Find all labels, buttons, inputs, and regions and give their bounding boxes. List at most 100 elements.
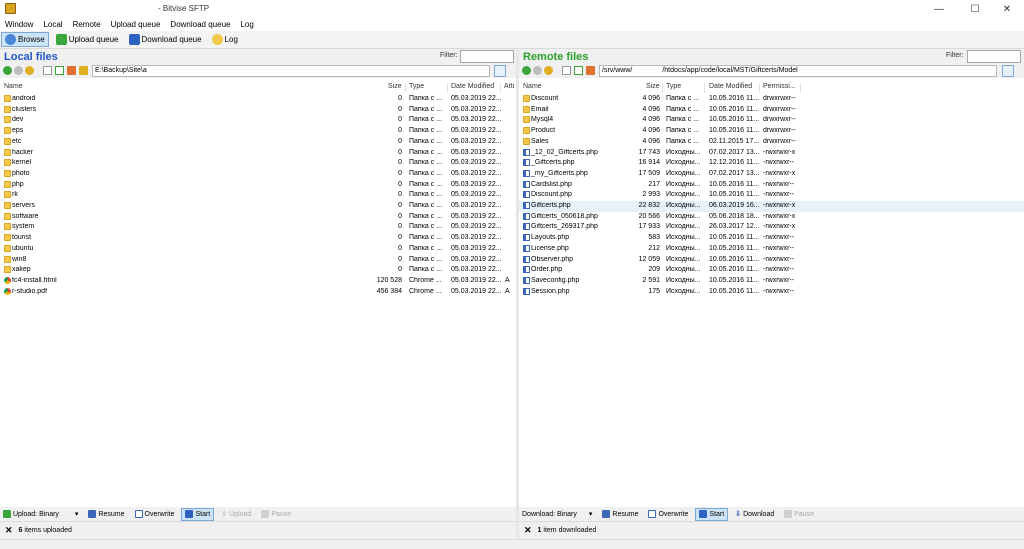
menu-download-queue[interactable]: Download queue (170, 20, 230, 29)
col-type[interactable]: Type (666, 83, 681, 90)
file-row[interactable]: win8 0 Папка с ... 05.03.2019 22... (0, 255, 516, 266)
upload-mode-dropdown[interactable]: Upload: Binary ▾ (0, 508, 81, 521)
col-name[interactable]: Name (523, 83, 542, 90)
file-row[interactable]: hacker 0 Папка с ... 05.03.2019 22... (0, 148, 516, 159)
resume-button[interactable]: Resume (599, 508, 641, 521)
file-row[interactable]: software 0 Папка с ... 05.03.2019 22... (0, 212, 516, 223)
new-folder-icon[interactable] (43, 66, 52, 75)
file-row[interactable]: servers 0 Папка с ... 05.03.2019 22... (0, 201, 516, 212)
clear-status-icon[interactable]: ✕ (524, 525, 532, 536)
file-row[interactable]: Sales 4 096 Папка с ... 02.11.2015 17... drw… (519, 137, 1024, 148)
menu-local[interactable]: Local (43, 20, 62, 29)
file-row[interactable]: License.php 212 Исходны... 10.05.2016 11...… (519, 244, 1024, 255)
file-row[interactable]: xakep 0 Папка с ... 05.03.2019 22... (0, 265, 516, 276)
col-size[interactable]: Size (646, 83, 660, 90)
file-row[interactable]: eps 0 Папка с ... 05.03.2019 22... (0, 126, 516, 137)
forward-icon[interactable] (14, 66, 23, 75)
menu-log[interactable]: Log (240, 20, 253, 29)
bitvise-app-icon[interactable] (5, 3, 16, 14)
col-size[interactable]: Size (388, 83, 402, 90)
col-attr[interactable]: Attr (504, 83, 514, 90)
pause-button[interactable]: Pause (258, 508, 294, 521)
file-row[interactable]: photo 0 Папка с ... 05.03.2019 22... (0, 169, 516, 180)
download-mode-dropdown[interactable]: Download: Binary ▾ (519, 508, 595, 521)
file-row[interactable]: fc4-install.html 120 528 Chrome ... 05.03.2… (0, 276, 516, 287)
upload-queue-button[interactable]: Upload queue (53, 32, 122, 47)
back-icon[interactable] (522, 66, 531, 75)
forward-icon[interactable] (533, 66, 542, 75)
remote-path-field[interactable]: /srv/www/ /htdocs/app/code/local/MST/Gift… (599, 65, 997, 77)
file-row[interactable]: Layouts.php 583 Исходны... 10.05.2016 11...… (519, 233, 1024, 244)
menu-upload-queue[interactable]: Upload queue (111, 20, 161, 29)
overwrite-button[interactable]: Overwrite (645, 508, 691, 521)
remote-view-mode-button[interactable] (1002, 65, 1014, 77)
home-icon[interactable] (586, 66, 595, 75)
log-button[interactable]: Log (209, 32, 241, 47)
col-permissions[interactable]: Permissi... (763, 83, 796, 90)
new-folder-icon[interactable] (562, 66, 571, 75)
local-filter-input[interactable] (460, 50, 514, 63)
start-label: Start (709, 510, 725, 518)
menu-remote[interactable]: Remote (73, 20, 101, 29)
start-upload-button[interactable]: Start (181, 507, 215, 521)
browse-button[interactable]: Browse (1, 32, 49, 47)
refresh-icon[interactable] (574, 66, 583, 75)
file-row[interactable]: Cardslist.php 217 Исходны... 10.05.2016 11.… (519, 180, 1024, 191)
start-download-button[interactable]: Start (695, 507, 729, 521)
file-row[interactable]: android 0 Папка с ... 05.03.2019 22... (0, 94, 516, 105)
back-icon[interactable] (3, 66, 12, 75)
download-button[interactable]: ⇩ Download (732, 508, 777, 521)
file-row[interactable]: php 0 Папка с ... 05.03.2019 22... (0, 180, 516, 191)
remote-filter-input[interactable] (967, 50, 1021, 63)
file-row[interactable]: etc 0 Папка с ... 05.03.2019 22... (0, 137, 516, 148)
file-row[interactable]: Giftcerts.php 22 832 Исходны... 06.03.2019 … (519, 201, 1024, 212)
clear-status-icon[interactable]: ✕ (5, 525, 13, 536)
maximize-button[interactable]: ☐ (958, 0, 992, 18)
file-row[interactable]: dev 0 Папка с ... 05.03.2019 22... (0, 115, 516, 126)
file-row[interactable]: _12_02_Giftcerts.php 17 743 Исходны... 07.0… (519, 148, 1024, 159)
menu-window[interactable]: Window (5, 20, 33, 29)
refresh-icon[interactable] (55, 66, 64, 75)
col-type[interactable]: Type (409, 83, 424, 90)
home-icon[interactable] (67, 66, 76, 75)
file-row[interactable]: Discount.php 2 993 Исходны... 10.05.2016 11… (519, 190, 1024, 201)
overwrite-button[interactable]: Overwrite (132, 508, 178, 521)
local-path-field[interactable]: E:\Backup\Site\a (92, 65, 490, 77)
file-row[interactable]: Giftcerts_269317.php 17 933 Исходны... 26.0… (519, 222, 1024, 233)
file-row[interactable]: tourist 0 Папка с ... 05.03.2019 22... (0, 233, 516, 244)
file-row[interactable]: Saveconfig.php 2 591 Исходны... 10.05.2016 … (519, 276, 1024, 287)
file-row[interactable]: Discount 4 096 Папка с ... 10.05.2016 11...… (519, 94, 1024, 105)
pause-button[interactable]: Pause (781, 508, 817, 521)
local-view-mode-button[interactable] (494, 65, 506, 77)
download-queue-button[interactable]: Download queue (126, 32, 205, 47)
cell-size: 0 (398, 95, 402, 102)
cell-modified: 02.11.2015 17... (709, 137, 760, 145)
cell-size: 2 993 (642, 191, 660, 199)
file-row[interactable]: clusters 0 Папка с ... 05.03.2019 22... (0, 105, 516, 116)
file-row[interactable]: _my_Giftcerts.php 17 509 Исходны... 07.02.2… (519, 169, 1024, 180)
file-row[interactable]: Giftcerts_050618.php 20 566 Исходны... 05.0… (519, 212, 1024, 223)
file-row[interactable]: kernel 0 Папка с ... 05.03.2019 22... (0, 158, 516, 169)
close-button[interactable]: ✕ (990, 0, 1024, 18)
file-row[interactable]: ubuntu 0 Папка с ... 05.03.2019 22... (0, 244, 516, 255)
col-modified[interactable]: Date Modified (709, 83, 752, 90)
file-row[interactable]: Observer.php 12 059 Исходны... 10.05.2016 1… (519, 255, 1024, 266)
file-row[interactable]: r-studio.pdf 456 384 Chrome ... 05.03.2019 … (0, 287, 516, 298)
minimize-button[interactable]: — (922, 0, 956, 18)
file-row[interactable]: _Giftcerts.php 16 914 Исходны... 12.12.2016… (519, 158, 1024, 169)
folder-icon[interactable] (79, 66, 88, 75)
file-row[interactable]: Order.php 209 Исходны... 10.05.2016 11... -r… (519, 265, 1024, 276)
col-name[interactable]: Name (4, 83, 23, 90)
file-row[interactable]: Session.php 175 Исходны... 10.05.2016 11...… (519, 287, 1024, 298)
up-folder-icon[interactable] (544, 66, 553, 75)
file-row[interactable]: rk 0 Папка с ... 05.03.2019 22... (0, 190, 516, 201)
up-folder-icon[interactable] (25, 66, 34, 75)
file-row[interactable]: Email 4 096 Папка с ... 10.05.2016 11... drw… (519, 105, 1024, 116)
resume-button[interactable]: Resume (85, 508, 127, 521)
file-row[interactable]: Product 4 096 Папка с ... 10.05.2016 11... d… (519, 126, 1024, 137)
upload-button[interactable]: ⇧ Upload (218, 508, 254, 521)
col-modified[interactable]: Date Modified (451, 83, 494, 90)
cell-name: fc4-install.html (12, 276, 57, 284)
file-row[interactable]: system 0 Папка с ... 05.03.2019 22... (0, 222, 516, 233)
file-row[interactable]: Mysql4 4 096 Папка с ... 10.05.2016 11... dr… (519, 115, 1024, 126)
